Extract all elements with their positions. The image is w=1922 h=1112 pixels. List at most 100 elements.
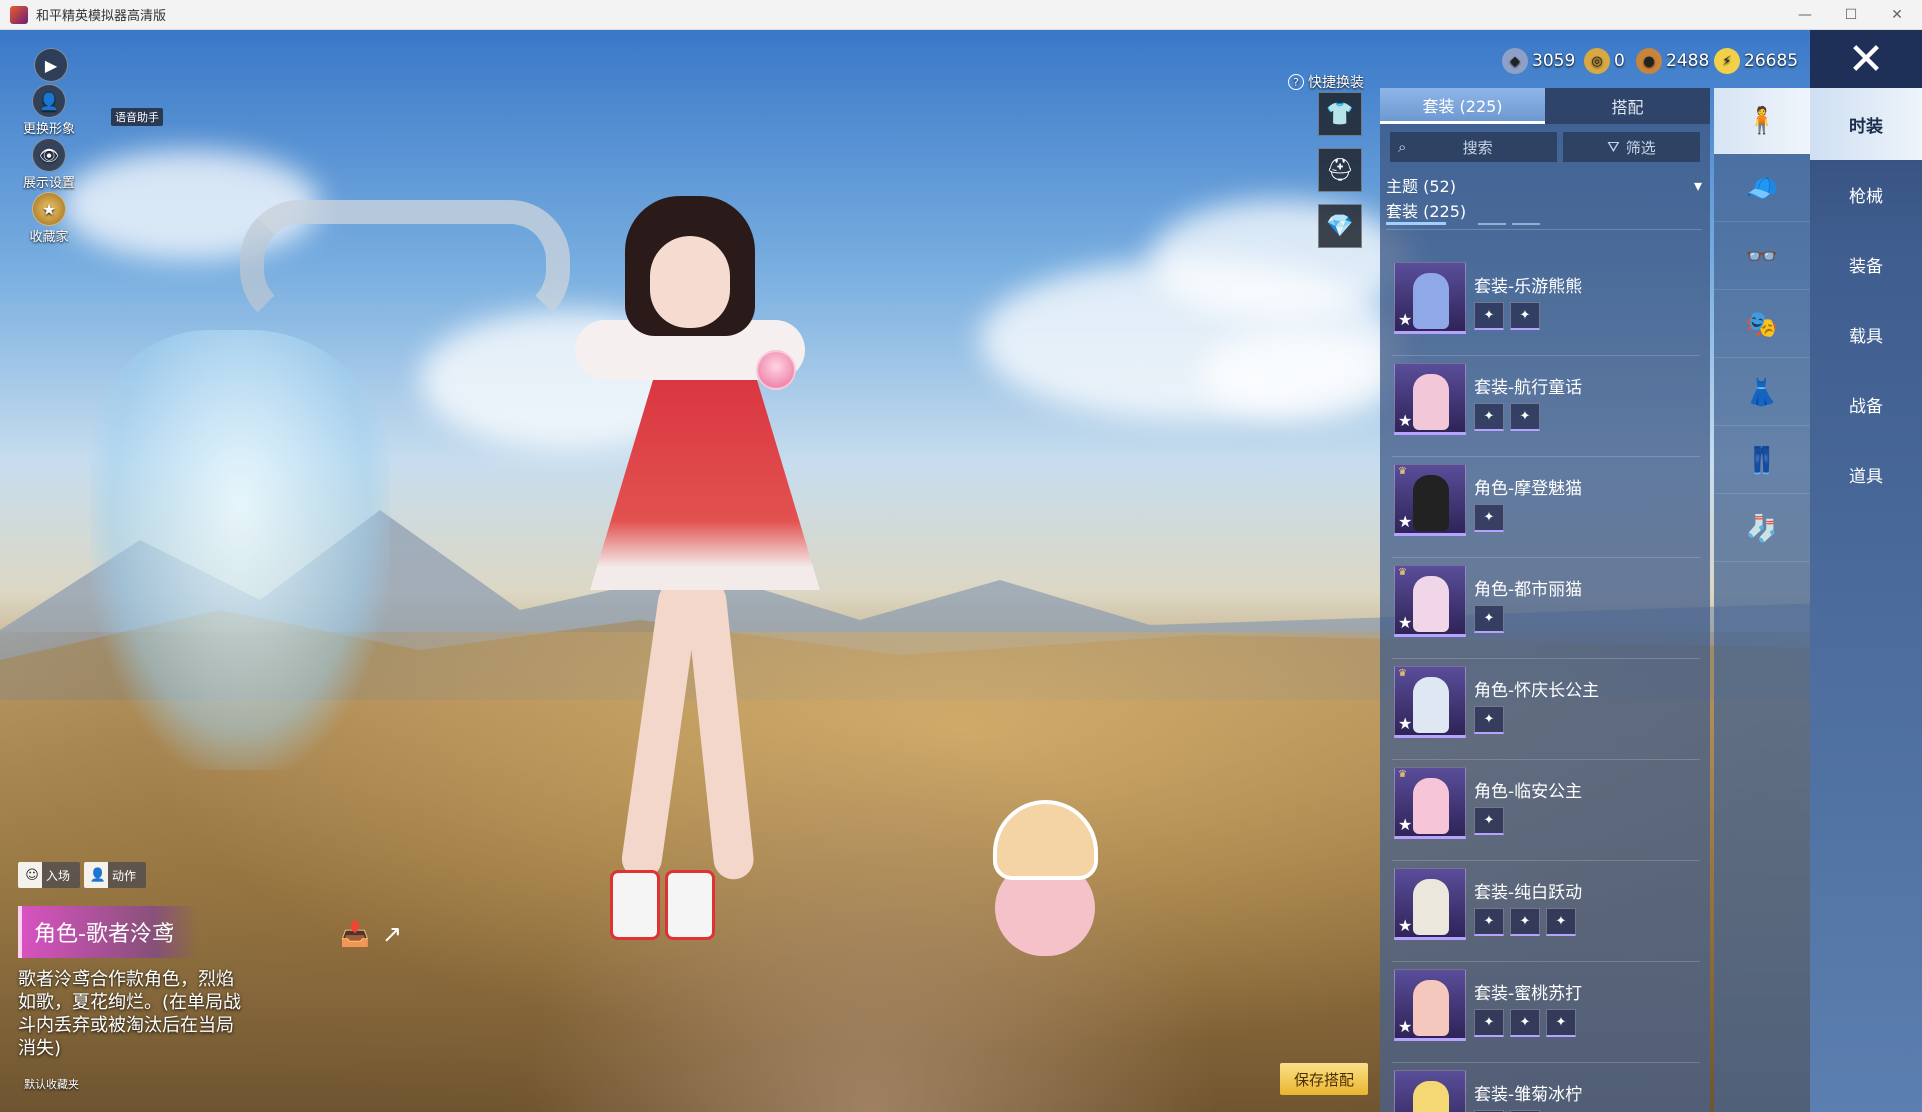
collector-badge-icon: ★ [32, 192, 66, 226]
outfit-title: 角色-怀庆长公主 [1474, 681, 1600, 701]
avatar-icon: 👤 [32, 84, 66, 118]
close-icon[interactable]: ✕ [1810, 30, 1922, 88]
socks-icon[interactable]: 🧦 [1714, 496, 1810, 562]
outfit-title: 套装-蜜桃苏打 [1474, 984, 1583, 1004]
mask-icon[interactable]: 🎭 [1714, 292, 1810, 358]
display-settings-button[interactable]: 👁 展示设置 [14, 138, 84, 191]
outfit-part-icon[interactable]: ✦ [1510, 908, 1540, 936]
outfit-part-icons: ✦ ✦ ✦ [1474, 908, 1576, 936]
outfit-list-item[interactable]: ★ 套装-纯白跃动 ✦ ✦ ✦ [1392, 864, 1700, 962]
quick-change-label[interactable]: ? 快捷换装 [1288, 72, 1364, 92]
tab-combos[interactable]: 搭配 [1545, 88, 1710, 124]
outfit-list-item[interactable]: ★ ♛ 角色-怀庆长公主 ✦ [1392, 662, 1700, 760]
outfit-thumbnail: ★ [1394, 868, 1466, 940]
cap-icon[interactable]: 🧢 [1714, 156, 1810, 222]
outfit-part-icon[interactable]: ✦ [1474, 807, 1504, 835]
filter-icon: ⛛ [1607, 138, 1620, 156]
helmet-icon[interactable]: ⛑ [1318, 148, 1362, 192]
outfit-thumbnail: ★ ♛ [1394, 464, 1466, 536]
nav-weapons[interactable]: 枪械 [1810, 158, 1922, 230]
share-icon[interactable]: ↗ [382, 920, 402, 948]
filter-button[interactable]: ⛛ 筛选 [1562, 132, 1700, 162]
outfit-part-icon[interactable]: ✦ [1474, 908, 1504, 936]
outfit-title: 角色-摩登魅猫 [1474, 479, 1583, 499]
active-underline [1386, 222, 1446, 225]
collector-label: 收藏家 [29, 230, 69, 245]
outfit-part-icon[interactable]: ✦ [1510, 302, 1540, 330]
nav-equipment[interactable]: 装备 [1810, 228, 1922, 300]
outfit-part-icon[interactable]: ✦ [1510, 1009, 1540, 1037]
star-icon: ★ [1398, 714, 1413, 733]
outfit-part-icon[interactable]: ✦ [1474, 1009, 1504, 1037]
outfit-part-icon[interactable]: ✦ [1546, 908, 1576, 936]
outfit-icon[interactable]: 👗 [1714, 360, 1810, 426]
currency-lightning[interactable]: ⚡ 26685 [1714, 46, 1798, 76]
outfit-thumbnail: ★ [1394, 1070, 1466, 1112]
diamond-icon[interactable]: 💎 [1318, 204, 1362, 248]
suit-filter[interactable]: 套装 (225) [1386, 198, 1702, 230]
outfit-list-item[interactable]: ★ 套装-航行童话 ✦ ✦ [1392, 359, 1700, 457]
nav-fashion[interactable]: 时装 [1810, 88, 1922, 160]
default-favorites-folder[interactable]: 默认收藏夹 [24, 1076, 79, 1092]
pants-icon[interactable]: 👖 [1714, 428, 1810, 494]
outfit-list-item[interactable]: ★ ♛ 角色-临安公主 ✦ [1392, 763, 1700, 861]
outfit-part-icon[interactable]: ✦ [1546, 1009, 1576, 1037]
nav-vehicles[interactable]: 载具 [1810, 298, 1922, 370]
theme-dropdown[interactable]: 主题 (52) ▾ [1386, 172, 1702, 198]
outfit-part-icon[interactable]: ✦ [1474, 302, 1504, 330]
outfit-list-item[interactable]: ★ ♛ 角色-都市丽猫 ✦ [1392, 561, 1700, 659]
crown-icon: ♛ [1398, 769, 1407, 780]
outfit-part-icon[interactable]: ✦ [1474, 605, 1504, 633]
outfit-list-item[interactable]: ★套装-雏菊冰柠✦✦ [1392, 1066, 1700, 1112]
outfit-part-icon[interactable]: ✦ [1510, 403, 1540, 431]
person-icon: 👤 [89, 867, 107, 883]
expand-play-button[interactable]: ▶ [34, 48, 68, 82]
outfit-thumbnail: ★ ♛ [1394, 666, 1466, 738]
entrance-label: 入场 [46, 868, 71, 883]
outfit-figure [1413, 778, 1449, 834]
category-column: 🧍 🧢 👓 🎭 👗 👖 🧦 [1714, 88, 1810, 1112]
outfit-figure [1413, 475, 1449, 531]
nav-combat-gear[interactable]: 战备 [1810, 368, 1922, 440]
entrance-tag[interactable]: ☺ 入场 [18, 862, 81, 888]
star-icon: ★ [1398, 310, 1413, 329]
outfit-list-item[interactable]: ★ 套装-乐游熊熊 ✦ ✦ [1392, 258, 1700, 356]
currency-badge[interactable]: ◎ 0 [1584, 46, 1625, 76]
currency-bronze[interactable]: ● 2488 [1636, 46, 1709, 76]
glasses-icon[interactable]: 👓 [1714, 224, 1810, 290]
filter-label: 筛选 [1625, 138, 1656, 157]
search-icon: ⌕ [1398, 138, 1407, 156]
save-outfit-button[interactable]: 保存搭配 [1280, 1063, 1368, 1095]
currency-silver[interactable]: ◆ 3059 [1502, 46, 1575, 76]
character-actions: 📥 ↗ [340, 920, 402, 948]
dragon-ornament [240, 200, 570, 330]
favorite-add-icon[interactable]: 📥 [340, 920, 370, 948]
outfit-part-icon[interactable]: ✦ [1474, 504, 1504, 532]
action-label: 动作 [112, 868, 137, 883]
minimize-button[interactable]: — [1782, 0, 1828, 30]
silver-coin-icon: ◆ [1502, 48, 1528, 74]
theme-label: 主题 (52) [1386, 177, 1456, 196]
outfit-list-item[interactable]: ★ 套装-蜜桃苏打 ✦ ✦ ✦ [1392, 965, 1700, 1063]
outfit-thumbnail: ★ [1394, 363, 1466, 435]
tab-suits[interactable]: 套装 (225) [1380, 88, 1545, 124]
shirt-icon[interactable]: 👕 [1318, 92, 1362, 136]
outfit-list-item[interactable]: ★ ♛ 角色-摩登魅猫 ✦ [1392, 460, 1700, 558]
voice-assistant-button[interactable]: 语音助手 [106, 108, 796, 390]
change-avatar-button[interactable]: 👤 更换形象 [14, 84, 84, 137]
suit-label: 套装 (225) [1386, 202, 1467, 221]
dropdown-arrow-icon: ▾ [1693, 175, 1702, 195]
action-tag[interactable]: 👤 动作 [84, 862, 147, 888]
maximize-button[interactable]: ☐ [1828, 0, 1874, 30]
outfit-figure [1413, 980, 1449, 1036]
search-input[interactable]: ⌕ 搜索 [1390, 132, 1557, 162]
outfit-title: 套装-雏菊冰柠 [1474, 1085, 1583, 1105]
outfit-part-icon[interactable]: ✦ [1474, 706, 1504, 734]
collector-button[interactable]: ★ 收藏家 [14, 192, 84, 245]
help-icon: ? [1288, 74, 1304, 90]
nav-items[interactable]: 道具 [1810, 438, 1922, 510]
star-icon: ★ [1398, 512, 1413, 531]
window-close-button[interactable]: ✕ [1874, 0, 1920, 30]
character-icon[interactable]: 🧍 [1714, 88, 1810, 154]
outfit-part-icon[interactable]: ✦ [1474, 403, 1504, 431]
